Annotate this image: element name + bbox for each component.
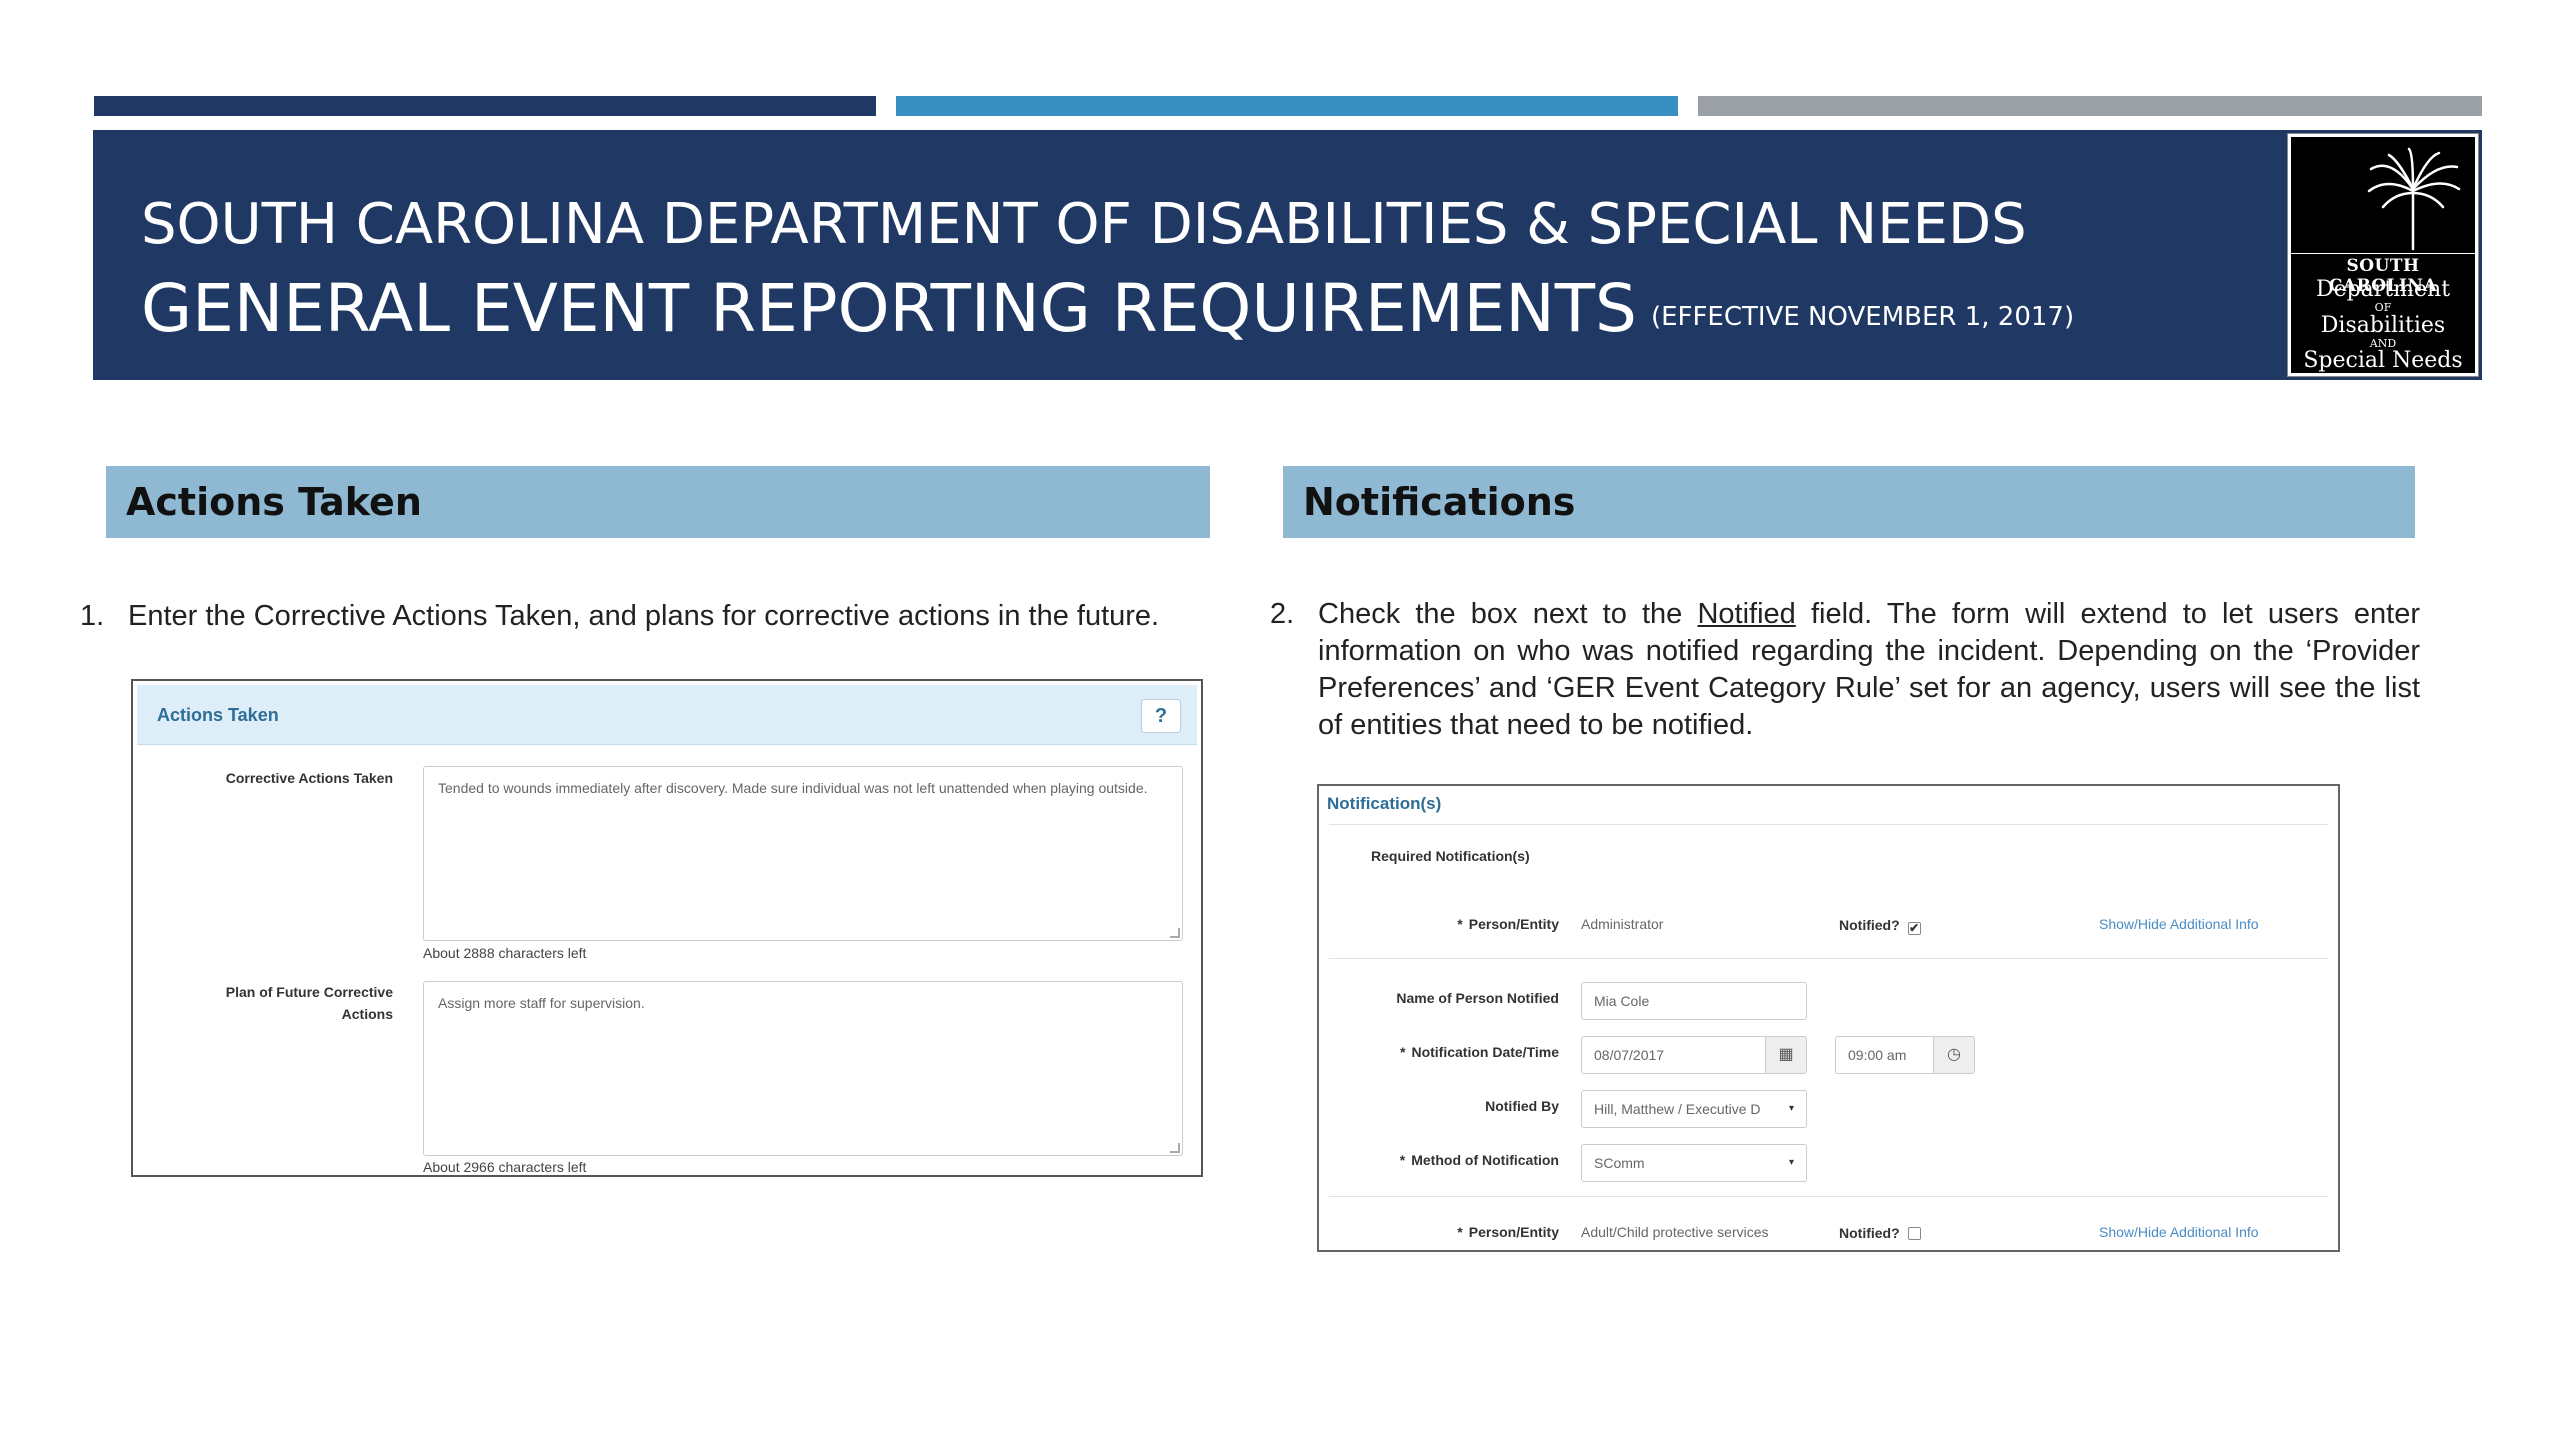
clock-icon[interactable]: ◷ [1933, 1037, 1974, 1073]
person-entity-1-label-text: Person/Entity [1468, 916, 1559, 932]
logo-line-4: Disabilities [2320, 313, 2446, 338]
section-header-actions-taken: Actions Taken [106, 466, 1210, 538]
step-2-instruction: 2. Check the box next to the Notified fi… [1270, 596, 2420, 744]
person-entity-2-value: Adult/Child protective services [1581, 1224, 1769, 1240]
top-bar-navy [94, 96, 876, 116]
required-marker: * [1457, 1224, 1463, 1240]
top-bar-blue [896, 96, 1678, 116]
notified-by-value: Hill, Matthew / Executive D [1594, 1101, 1761, 1117]
step-1-instruction: 1. Enter the Corrective Actions Taken, a… [80, 598, 1240, 635]
top-bar-gray [1698, 96, 2482, 116]
logo-line-2: Department [2315, 277, 2451, 302]
section-header-notifications: Notifications [1283, 466, 2415, 538]
actions-taken-panel: Actions Taken ? Corrective Actions Taken… [131, 679, 1203, 1177]
notified-by-label: Notified By [1485, 1098, 1559, 1114]
show-hide-info-link-1[interactable]: Show/Hide Additional Info [2099, 916, 2259, 932]
divider [1329, 824, 2328, 825]
required-marker: * [1399, 1152, 1406, 1168]
logo-line-6: Special Needs [2291, 348, 2475, 374]
required-marker: * [1400, 1044, 1406, 1060]
method-of-notification-label-text: Method of Notification [1411, 1152, 1559, 1168]
notification-datetime-label: * Notification Date/Time [1339, 1044, 1559, 1060]
notified-1-checkbox[interactable]: ✔ [1907, 922, 1921, 935]
effective-date: (EFFECTIVE NOVEMBER 1, 2017) [1650, 302, 2075, 332]
divider [1329, 1196, 2328, 1197]
notified-1-label: Notified? ✔ [1839, 917, 1921, 935]
notifications-panel-title: Notification(s) [1327, 794, 1442, 813]
name-person-notified-label: Name of Person Notified [1396, 990, 1559, 1006]
notified-by-select[interactable]: Hill, Matthew / Executive D ▾ [1581, 1090, 1807, 1128]
plan-future-actions-char-count: About 2966 characters left [423, 1159, 587, 1175]
plan-future-actions-label: Plan of Future Corrective Actions [225, 984, 393, 1022]
notified-2-checkbox[interactable] [1907, 1227, 1921, 1240]
notified-2-label: Notified? [1839, 1225, 1921, 1241]
actions-taken-panel-header: Actions Taken ? [137, 685, 1197, 745]
person-entity-1-label: * Person/Entity [1339, 916, 1559, 932]
title-line-1: SOUTH CAROLINA DEPARTMENT OF DISABILITIE… [141, 192, 2027, 257]
step-1-number: 1. [80, 600, 105, 632]
notifications-panel: Notification(s) Required Notification(s)… [1317, 784, 2340, 1252]
corrective-actions-label: Corrective Actions Taken [225, 770, 393, 786]
step-2-text: Check the box next to the Notified field… [1318, 596, 2420, 744]
title-line-2: GENERAL EVENT REPORTING REQUIREMENTS (EFF… [141, 270, 2074, 347]
method-of-notification-value: SComm [1594, 1155, 1645, 1171]
help-button[interactable]: ? [1141, 699, 1181, 733]
chevron-down-icon: ▾ [1788, 1103, 1794, 1114]
step-1-text: Enter the Corrective Actions Taken, and … [128, 600, 1160, 632]
corrective-actions-textarea[interactable]: Tended to wounds immediately after disco… [423, 766, 1183, 941]
person-entity-1-value: Administrator [1581, 916, 1664, 932]
method-of-notification-select[interactable]: SComm ▾ [1581, 1144, 1807, 1182]
actions-taken-panel-title: Actions Taken [157, 705, 279, 725]
step-2-number: 2. [1270, 598, 1295, 630]
notified-2-label-text: Notified? [1839, 1225, 1900, 1241]
title-line-2-text: GENERAL EVENT REPORTING REQUIREMENTS [141, 270, 1637, 347]
step-2-notified-word: Notified [1697, 598, 1796, 630]
name-person-notified-input[interactable]: Mia Cole [1581, 982, 1807, 1020]
notification-date-input[interactable]: 08/07/2017 ▦ [1581, 1036, 1807, 1074]
required-notifications-label: Required Notification(s) [1371, 848, 1530, 864]
notification-date-value: 08/07/2017 [1594, 1047, 1665, 1063]
calendar-icon[interactable]: ▦ [1765, 1037, 1806, 1073]
plan-future-actions-textarea[interactable]: Assign more staff for supervision. [423, 981, 1183, 1156]
method-of-notification-label: * Method of Notification [1339, 1152, 1559, 1168]
show-hide-info-link-2[interactable]: Show/Hide Additional Info [2099, 1224, 2259, 1240]
divider [1329, 958, 2328, 959]
notification-time-input[interactable]: 09:00 am ◷ [1835, 1036, 1975, 1074]
corrective-actions-char-count: About 2888 characters left [423, 945, 587, 961]
notification-time-value: 09:00 am [1848, 1047, 1907, 1063]
notified-1-label-text: Notified? [1839, 917, 1900, 933]
palmetto-moon-icon [2312, 147, 2461, 251]
person-entity-2-label: * Person/Entity [1339, 1224, 1559, 1240]
agency-logo: SOUTH CAROLINA Department OF Disabilitie… [2287, 133, 2479, 377]
required-marker: * [1457, 916, 1463, 932]
title-banner: SOUTH CAROLINA DEPARTMENT OF DISABILITIE… [93, 130, 2482, 380]
person-entity-2-label-text: Person/Entity [1468, 1224, 1559, 1240]
notification-datetime-label-text: Notification Date/Time [1411, 1044, 1559, 1060]
chevron-down-icon: ▾ [1788, 1157, 1794, 1168]
step-2-text-pre: Check the box next to the [1318, 598, 1683, 630]
